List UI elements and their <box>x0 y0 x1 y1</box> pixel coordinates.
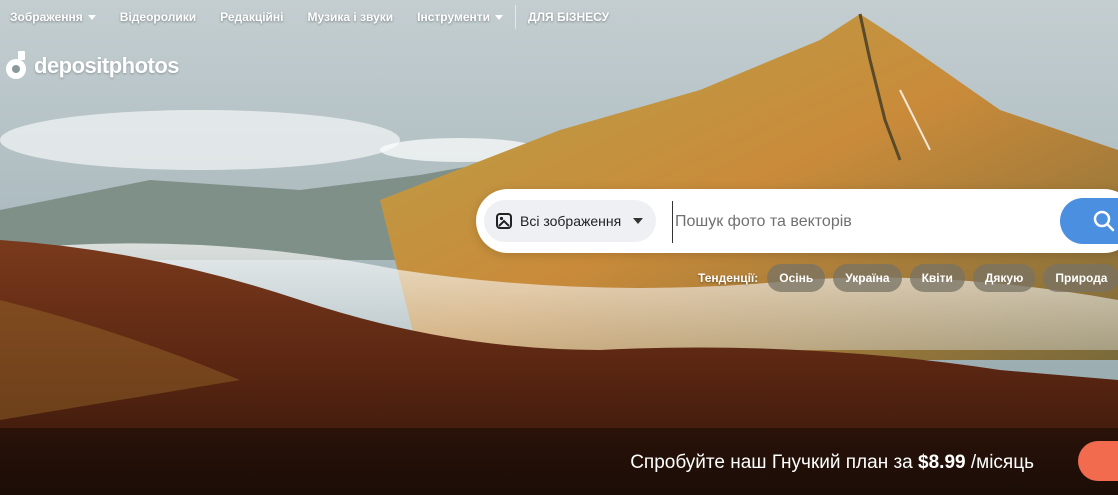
trend-chip-nature[interactable]: Природа <box>1043 264 1118 292</box>
trend-chip-thanks[interactable]: Дякую <box>972 264 1036 292</box>
nav-item-music[interactable]: Музика і звуки <box>308 10 394 24</box>
nav-item-business-label: ДЛЯ БІЗНЕСУ <box>528 10 610 24</box>
nav-item-images-label: Зображення <box>10 10 83 24</box>
trend-chip-ukraine[interactable]: Україна <box>833 264 902 292</box>
nav-item-videos-label: Відеоролики <box>119 10 197 24</box>
chevron-down-icon <box>87 14 96 20</box>
search-input[interactable] <box>672 201 1057 243</box>
nav-item-music-label: Музика і звуки <box>307 10 394 24</box>
promo-price: $8.99 <box>918 452 966 473</box>
promo-text: Спробуйте наш Гнучкий план за $8.99 /міс… <box>630 452 1034 474</box>
promo-banner: Спробуйте наш Гнучкий план за $8.99 /міс… <box>0 428 1118 495</box>
promo-text-end: /місяць <box>965 452 1034 473</box>
promo-cta-button[interactable] <box>1078 441 1118 481</box>
search-type-label: Всі зображення <box>520 213 622 229</box>
nav-item-videos[interactable]: Відеоролики <box>120 10 196 24</box>
trend-chip-flowers[interactable]: Квіти <box>909 264 965 292</box>
logo-text: depositphotos <box>34 53 180 78</box>
top-navigation: Зображення Відеоролики Редакційні Музика… <box>0 0 1118 34</box>
trend-chip-autumn[interactable]: Осінь <box>767 264 826 292</box>
nav-divider <box>515 5 517 29</box>
nav-item-tools[interactable]: Інструменти <box>417 10 504 24</box>
trends-label: Тенденції: <box>698 271 759 285</box>
depositphotos-logo[interactable]: depositphotos <box>4 51 180 81</box>
search-icon <box>1093 210 1115 232</box>
search-bar: Всі зображення <box>476 189 1118 253</box>
search-button[interactable] <box>1060 198 1118 244</box>
chevron-down-icon <box>633 218 644 224</box>
nav-item-tools-label: Інструменти <box>417 10 491 24</box>
depositphotos-logo-icon <box>6 51 26 79</box>
trends-bar: Тенденції: Осінь Україна Квіти Дякую При… <box>698 264 1118 292</box>
image-icon <box>496 213 512 229</box>
search-type-dropdown[interactable]: Всі зображення <box>484 200 656 242</box>
nav-item-editorial[interactable]: Редакційні <box>220 10 283 24</box>
nav-item-business[interactable]: ДЛЯ БІЗНЕСУ <box>528 10 609 24</box>
promo-text-start: Спробуйте наш Гнучкий план за <box>630 452 919 473</box>
nav-item-editorial-label: Редакційні <box>220 10 284 24</box>
nav-item-images[interactable]: Зображення <box>10 10 96 24</box>
chevron-down-icon <box>495 14 504 20</box>
